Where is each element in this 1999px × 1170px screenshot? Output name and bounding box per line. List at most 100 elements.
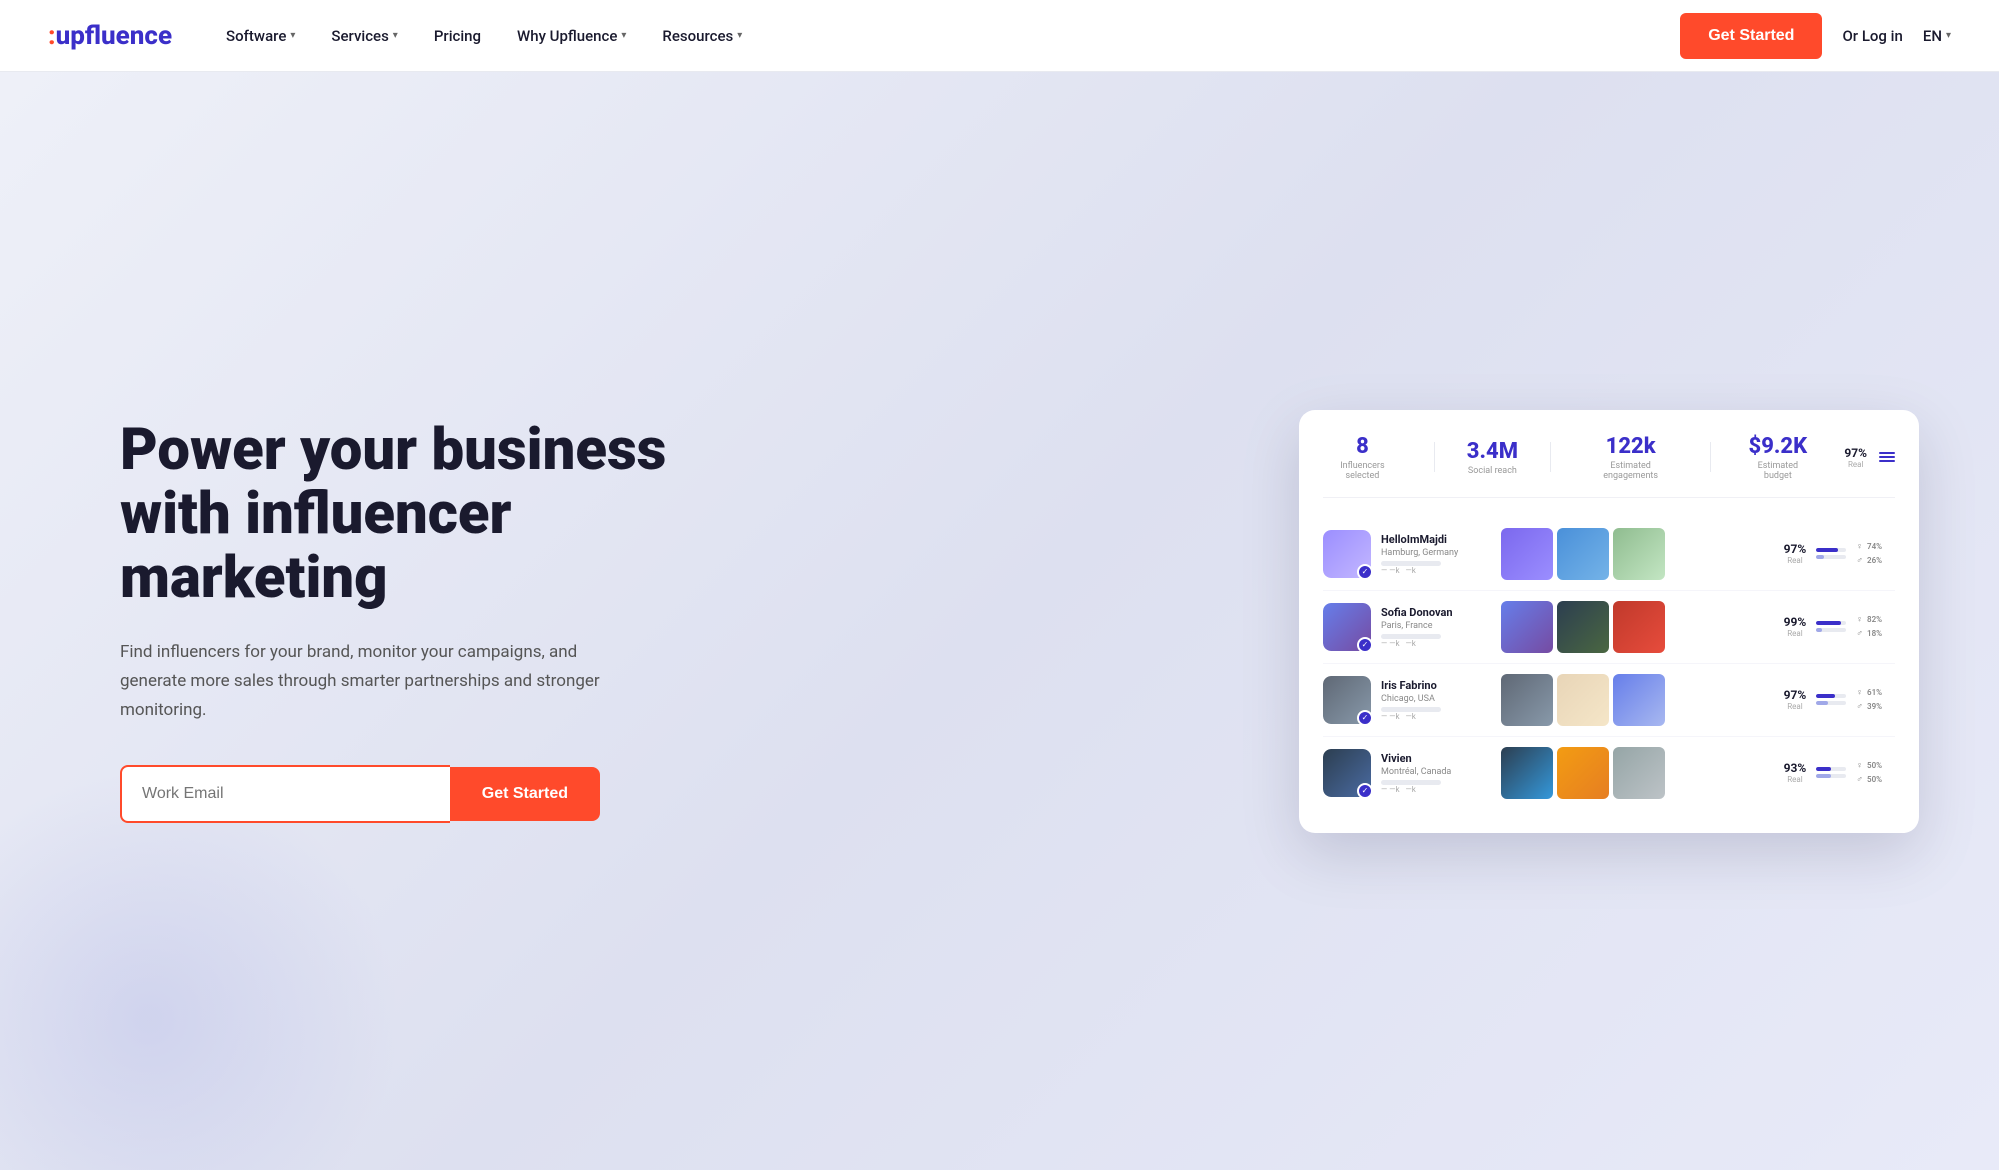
post-thumbnail[interactable] <box>1613 601 1665 653</box>
post-thumbnail[interactable] <box>1501 528 1553 580</box>
bar-track <box>1816 555 1846 559</box>
influencer-real-pct: 99% <box>1784 615 1807 629</box>
nav-get-started-button[interactable]: Get Started <box>1680 13 1822 59</box>
bar-track <box>1816 774 1846 778</box>
post-thumbnail[interactable] <box>1557 528 1609 580</box>
influencer-info: Vivien Montréal, Canada — —k —k <box>1381 752 1491 794</box>
influencer-real-metric: 99% Real <box>1784 615 1807 638</box>
bar-fill <box>1816 767 1831 771</box>
post-thumbnails <box>1501 747 1665 799</box>
male-pct: 18% <box>1867 629 1895 638</box>
bar-line <box>1816 555 1846 559</box>
influencer-real-pct: 97% <box>1784 688 1807 702</box>
logo-colon: : <box>48 21 56 51</box>
chevron-down-icon: ▾ <box>621 30 626 41</box>
post-thumbnail[interactable] <box>1501 747 1553 799</box>
stat-reach-label: Social reach <box>1467 466 1518 476</box>
influencer-info: Iris Fabrino Chicago, USA — —k —k <box>1381 679 1491 721</box>
influencer-name: HelloImMajdi <box>1381 533 1491 546</box>
influencer-row: ✓ HelloImMajdi Hamburg, Germany — —k —k … <box>1323 518 1895 591</box>
influencer-bar-chart <box>1816 548 1846 559</box>
male-pct: 26% <box>1867 556 1895 565</box>
female-pct: 50% <box>1867 761 1895 770</box>
influencer-bar-chart <box>1816 621 1846 632</box>
nav-language-selector[interactable]: EN ▾ <box>1923 27 1951 45</box>
post-thumbnail[interactable] <box>1557 674 1609 726</box>
influencer-name: Sofia Donovan <box>1381 606 1491 619</box>
female-gender-row: ♀ 50% <box>1856 760 1895 771</box>
influencer-location: Paris, France <box>1381 621 1491 631</box>
post-thumbnails <box>1501 601 1665 653</box>
bar-line <box>1816 701 1846 705</box>
bar-line <box>1816 548 1846 552</box>
post-thumbnail[interactable] <box>1557 601 1609 653</box>
bar-line <box>1816 774 1846 778</box>
female-pct: 74% <box>1867 542 1895 551</box>
female-pct: 82% <box>1867 615 1895 624</box>
influencer-real-metric: 93% Real <box>1784 761 1807 784</box>
chevron-down-icon: ▾ <box>1946 30 1951 41</box>
influencer-stat-text: — —k —k <box>1381 785 1491 794</box>
female-icon: ♀ <box>1856 687 1863 698</box>
nav-software-label: Software <box>226 27 286 45</box>
influencer-stat-text: — —k —k <box>1381 712 1491 721</box>
nav-actions: Get Started Or Log in EN ▾ <box>1680 13 1951 59</box>
bar-line <box>1816 694 1846 698</box>
logo[interactable]: :upfluence <box>48 21 172 51</box>
nav-item-services[interactable]: Services ▾ <box>317 19 411 53</box>
dashboard-card: 8 Influencers selected 3.4M Social reach… <box>1299 410 1919 833</box>
influencer-real-metric: 97% Real <box>1784 542 1807 565</box>
influencer-stat-text: — —k —k <box>1381 639 1491 648</box>
filter-icon[interactable] <box>1879 452 1895 462</box>
work-email-input[interactable] <box>120 765 450 823</box>
nav-item-pricing[interactable]: Pricing <box>420 19 495 53</box>
nav-item-software[interactable]: Software ▾ <box>212 19 309 53</box>
post-thumbnail[interactable] <box>1613 747 1665 799</box>
post-thumbnail[interactable] <box>1501 674 1553 726</box>
chevron-down-icon: ▾ <box>393 30 398 41</box>
male-pct: 39% <box>1867 702 1895 711</box>
stat-engagements-value: 122k <box>1583 434 1678 459</box>
influencer-bar-chart <box>1816 694 1846 705</box>
overall-real-metric: 97% Real <box>1844 446 1867 469</box>
stat-influencers: 8 Influencers selected <box>1323 434 1402 481</box>
male-pct: 50% <box>1867 775 1895 784</box>
hero-get-started-button[interactable]: Get Started <box>450 767 600 821</box>
post-thumbnail[interactable] <box>1613 674 1665 726</box>
hero-title: Power your business with influencer mark… <box>120 419 700 610</box>
post-thumbnail[interactable] <box>1613 528 1665 580</box>
bar-fill <box>1816 621 1841 625</box>
female-gender-row: ♀ 61% <box>1856 687 1895 698</box>
hero-dashboard-mockup: 8 Influencers selected 3.4M Social reach… <box>700 410 1919 833</box>
male-gender-row: ♂ 50% <box>1856 774 1895 785</box>
nav-item-resources[interactable]: Resources ▾ <box>648 19 756 53</box>
gender-stats: ♀ 82% ♂ 18% <box>1856 614 1895 639</box>
influencer-avatar-wrapper: ✓ <box>1323 530 1371 578</box>
post-thumbnail[interactable] <box>1501 601 1553 653</box>
chevron-down-icon: ▾ <box>290 30 295 41</box>
hero-cta-form: Get Started <box>120 765 600 823</box>
nav-item-why[interactable]: Why Upfluence ▾ <box>503 19 640 53</box>
influencer-real-metric: 97% Real <box>1784 688 1807 711</box>
influencer-row: ✓ Sofia Donovan Paris, France — —k —k 99… <box>1323 591 1895 664</box>
post-thumbnails <box>1501 674 1665 726</box>
stat-influencers-value: 8 <box>1323 434 1402 459</box>
influencer-stat-text: — —k —k <box>1381 566 1491 575</box>
influencer-info: HelloImMajdi Hamburg, Germany — —k —k <box>1381 533 1491 575</box>
nav-lang-label: EN <box>1923 27 1942 45</box>
bar-fill <box>1816 555 1824 559</box>
female-gender-row: ♀ 74% <box>1856 541 1895 552</box>
influencer-info: Sofia Donovan Paris, France — —k —k <box>1381 606 1491 648</box>
female-icon: ♀ <box>1856 760 1863 771</box>
male-gender-row: ♂ 18% <box>1856 628 1895 639</box>
post-thumbnail[interactable] <box>1557 747 1609 799</box>
nav-pricing-label: Pricing <box>434 27 481 45</box>
post-thumbnails <box>1501 528 1665 580</box>
male-gender-row: ♂ 26% <box>1856 555 1895 566</box>
stat-budget-label: Estimated budget <box>1743 461 1812 481</box>
stat-engagements: 122k Estimated engagements <box>1583 434 1678 481</box>
stat-engagements-label: Estimated engagements <box>1583 461 1678 481</box>
bar-track <box>1816 621 1846 625</box>
stat-divider <box>1434 442 1435 472</box>
nav-login-link[interactable]: Or Log in <box>1842 27 1902 45</box>
